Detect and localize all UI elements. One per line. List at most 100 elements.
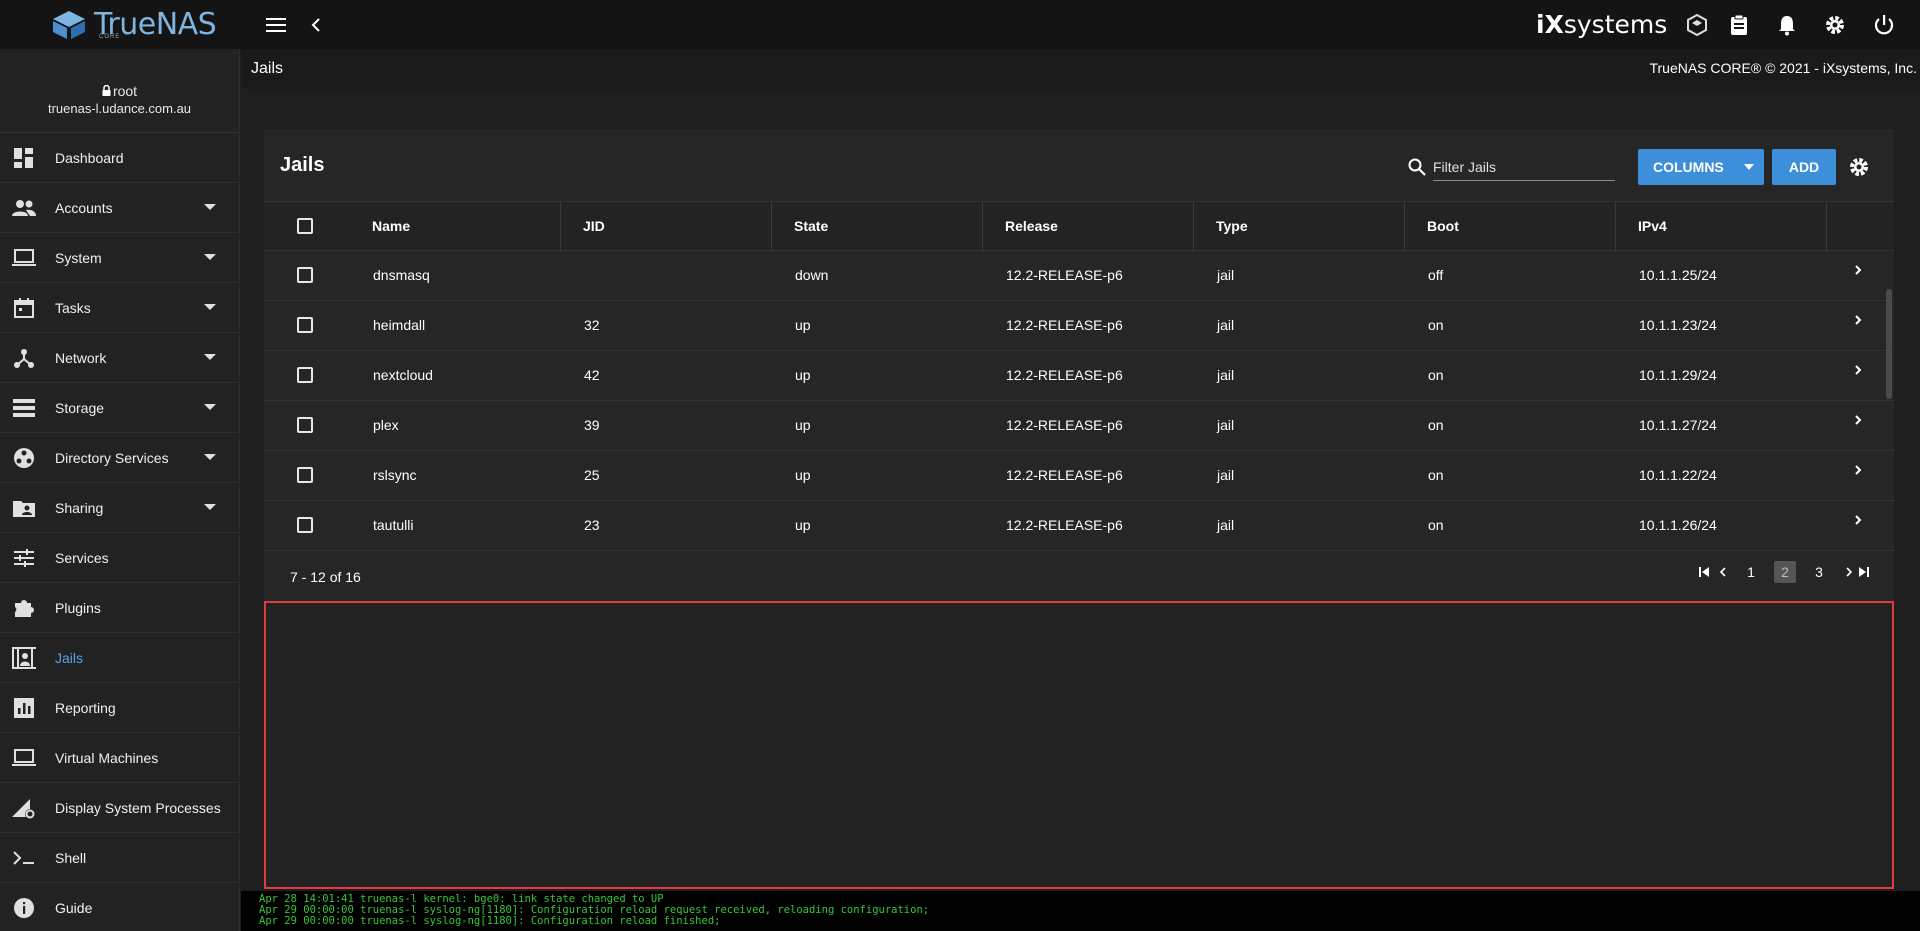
back-button[interactable] xyxy=(303,12,329,38)
sidebar-item-label: Guide xyxy=(55,899,93,916)
power-button[interactable] xyxy=(1871,12,1897,38)
column-divider xyxy=(1826,202,1827,252)
cell-state: down xyxy=(795,267,829,283)
cell-type: jail xyxy=(1217,417,1235,433)
expand-row-icon[interactable] xyxy=(1854,263,1862,281)
column-header-jid[interactable]: JID xyxy=(583,218,605,234)
last-page-button[interactable] xyxy=(1852,561,1874,583)
truenas-logo[interactable]: TrueNAS xyxy=(50,7,217,42)
caret-down-icon xyxy=(204,504,216,510)
cell-type: jail xyxy=(1217,517,1235,533)
ix-mark: iX xyxy=(1536,10,1564,39)
hamburger-icon xyxy=(266,18,286,32)
column-header-boot[interactable]: Boot xyxy=(1427,218,1459,234)
sidebar-item-tasks[interactable]: Tasks xyxy=(0,283,239,333)
sidebar-item-services[interactable]: Services xyxy=(0,533,239,583)
column-header-release[interactable]: Release xyxy=(1005,218,1058,234)
columns-button[interactable]: COLUMNS xyxy=(1638,149,1764,185)
menu-toggle-button[interactable] xyxy=(263,12,289,38)
expand-row-icon[interactable] xyxy=(1854,413,1862,431)
caret-down-icon xyxy=(204,404,216,410)
cell-ipv4: 10.1.1.27/24 xyxy=(1639,417,1717,433)
caret-down-icon xyxy=(204,204,216,210)
truecommand-icon xyxy=(1687,14,1707,36)
expand-row-icon[interactable] xyxy=(1854,363,1862,381)
truenas-logo-icon xyxy=(53,10,85,39)
sidebar-item-directory-services[interactable]: Directory Services xyxy=(0,433,239,483)
power-icon xyxy=(1874,15,1894,35)
expand-row-icon[interactable] xyxy=(1854,463,1862,481)
cell-jid: 39 xyxy=(584,417,600,433)
row-checkbox[interactable] xyxy=(297,367,313,383)
cell-jid: 32 xyxy=(584,317,600,333)
sidebar-item-sharing[interactable]: Sharing xyxy=(0,483,239,533)
table-scrollbar[interactable] xyxy=(1886,289,1892,399)
expand-row-icon[interactable] xyxy=(1854,313,1862,331)
column-header-name[interactable]: Name xyxy=(372,218,410,234)
sidebar-item-network[interactable]: Network xyxy=(0,333,239,383)
cell-jid: 25 xyxy=(584,467,600,483)
notifications-button[interactable] xyxy=(1774,12,1800,38)
puzzle-icon xyxy=(12,596,36,620)
previous-page-button[interactable] xyxy=(1712,561,1734,583)
column-header-ipv4[interactable]: IPv4 xyxy=(1638,218,1667,234)
sidebar-item-jails[interactable]: Jails xyxy=(0,633,239,683)
sidebar-item-guide[interactable]: Guide xyxy=(0,883,239,931)
table-settings-button[interactable] xyxy=(1845,153,1873,181)
task-manager-button[interactable] xyxy=(1726,12,1752,38)
sidebar-item-label: Storage xyxy=(55,399,105,416)
table-row[interactable]: heimdall 32 up 12.2-RELEASE-p6 jail on 1… xyxy=(264,301,1894,351)
sidebar-item-plugins[interactable]: Plugins xyxy=(0,583,239,633)
caret-down-icon xyxy=(204,304,216,310)
select-all-checkbox[interactable] xyxy=(297,218,313,234)
table-row[interactable]: plex 39 up 12.2-RELEASE-p6 jail on 10.1.… xyxy=(264,401,1894,451)
table-row[interactable]: tautulli 23 up 12.2-RELEASE-p6 jail on 1… xyxy=(264,501,1894,551)
add-button[interactable]: ADD xyxy=(1772,149,1836,185)
bell-icon xyxy=(1779,16,1795,36)
row-checkbox[interactable] xyxy=(297,467,313,483)
sidebar-item-display-system-processes[interactable]: Display System Processes xyxy=(0,783,239,833)
table-row[interactable]: rslsync 25 up 12.2-RELEASE-p6 jail on 10… xyxy=(264,451,1894,501)
ixsystems-logo[interactable]: iXsystems xyxy=(1536,10,1667,39)
cell-jid: 23 xyxy=(584,517,600,533)
sidebar-item-accounts[interactable]: Accounts xyxy=(0,183,239,233)
column-header-type[interactable]: Type xyxy=(1216,218,1248,234)
sidebar-item-dashboard[interactable]: Dashboard xyxy=(0,133,239,183)
row-checkbox[interactable] xyxy=(297,317,313,333)
expand-row-icon[interactable] xyxy=(1854,513,1862,531)
sidebar-item-system[interactable]: System xyxy=(0,233,239,283)
row-checkbox[interactable] xyxy=(297,417,313,433)
truecommand-button[interactable] xyxy=(1684,12,1710,38)
gear-icon xyxy=(1850,158,1868,176)
filter-input[interactable] xyxy=(1433,153,1615,181)
row-checkbox[interactable] xyxy=(297,517,313,533)
page-header: Jails TrueNAS CORE® © 2021 - iXsystems, … xyxy=(241,49,1920,89)
sidebar-item-storage[interactable]: Storage xyxy=(0,383,239,433)
chart-icon xyxy=(12,696,36,720)
cell-boot: on xyxy=(1428,417,1444,433)
sidebar-item-shell[interactable]: Shell xyxy=(0,833,239,883)
user-info: root truenas-l.udance.com.au xyxy=(0,49,239,133)
sidebar-item-virtual-machines[interactable]: Virtual Machines xyxy=(0,733,239,783)
cell-boot: on xyxy=(1428,317,1444,333)
sidebar-item-label: Tasks xyxy=(55,299,91,316)
storage-icon xyxy=(12,396,36,420)
sidebar-item-reporting[interactable]: Reporting xyxy=(0,683,239,733)
copyright: TrueNAS CORE® © 2021 - iXsystems, Inc. xyxy=(1649,60,1917,76)
cell-name: heimdall xyxy=(373,317,426,333)
first-page-icon xyxy=(1699,567,1709,577)
settings-button[interactable] xyxy=(1822,12,1848,38)
columns-label: COLUMNS xyxy=(1653,159,1724,175)
row-checkbox[interactable] xyxy=(297,267,313,283)
dashboard-icon xyxy=(12,146,36,170)
cell-release: 12.2-RELEASE-p6 xyxy=(1006,317,1123,333)
cell-boot: on xyxy=(1428,467,1444,483)
page-button-2[interactable]: 2 xyxy=(1774,561,1796,583)
table-row[interactable]: nextcloud 42 up 12.2-RELEASE-p6 jail on … xyxy=(264,351,1894,401)
page-button-3[interactable]: 3 xyxy=(1808,561,1830,583)
last-page-icon xyxy=(1859,567,1869,577)
column-header-state[interactable]: State xyxy=(794,218,828,234)
jail-icon xyxy=(12,646,36,670)
page-button-1[interactable]: 1 xyxy=(1740,561,1762,583)
table-row[interactable]: dnsmasq down 12.2-RELEASE-p6 jail off 10… xyxy=(264,251,1894,301)
